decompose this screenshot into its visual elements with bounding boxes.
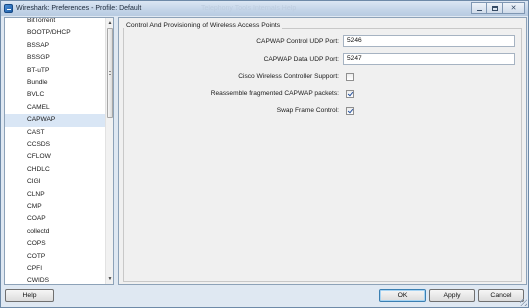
swap-frame-label: Swap Frame Control:	[276, 107, 339, 114]
swap-frame-checkbox[interactable]	[346, 107, 354, 115]
tree-item-cwids[interactable]: CWIDS	[5, 275, 106, 284]
protocol-tree-panel: BitTorrent BOOTP/DHCP BSSAP BSSGP BT-uTP Bund…	[4, 17, 114, 285]
scrollbar-grip-icon	[109, 71, 111, 75]
control-port-label: CAPWAP Control UDP Port:	[256, 38, 339, 45]
tree-item-bundle[interactable]: Bundle	[5, 77, 106, 89]
tree-item-cflow[interactable]: CFLOW	[5, 151, 106, 163]
tree-item-coap[interactable]: COAP	[5, 213, 106, 225]
tree-item-bt-utp[interactable]: BT-uTP	[5, 65, 106, 77]
capwap-group-box	[123, 28, 522, 282]
window-title: Wireshark: Preferences - Profile: Defaul…	[16, 5, 142, 12]
minimize-button[interactable]	[471, 2, 487, 14]
data-port-input[interactable]: 5247	[343, 53, 515, 65]
tree-item-ccsds[interactable]: CCSDS	[5, 139, 106, 151]
maximize-icon	[491, 5, 498, 11]
scrollbar-thumb[interactable]	[107, 28, 113, 118]
tree-scrollbar[interactable]: ▲ ▼	[105, 18, 113, 284]
title-bar[interactable]: Wireshark: Preferences - Profile: Defaul…	[1, 1, 528, 16]
cancel-button[interactable]: Cancel	[478, 289, 524, 302]
tree-item-camel[interactable]: CAMEL	[5, 102, 106, 114]
group-title: Control And Provisioning of Wireless Acc…	[124, 22, 283, 29]
tree-item-collectd[interactable]: collectd	[5, 226, 106, 238]
tree-item-cast[interactable]: CAST	[5, 127, 106, 139]
minimize-icon	[476, 9, 482, 11]
background-menu-ghost: Telephony Tools Internals Help	[201, 5, 297, 12]
tree-item-cops[interactable]: COPS	[5, 238, 106, 250]
control-port-input[interactable]: 5246	[343, 35, 515, 47]
maximize-button[interactable]	[487, 2, 503, 14]
tree-item-cpfi[interactable]: CPFI	[5, 263, 106, 275]
tree-item-cotp[interactable]: COTP	[5, 251, 106, 263]
close-icon: ✕	[510, 5, 517, 12]
tree-item-cmp[interactable]: CMP	[5, 201, 106, 213]
preferences-window: Wireshark: Preferences - Profile: Defaul…	[0, 0, 529, 308]
cisco-support-label: Cisco Wireless Controller Support:	[238, 73, 339, 80]
window-controls: ✕	[471, 2, 525, 14]
apply-button[interactable]: Apply	[429, 289, 475, 302]
tree-item-bssgp[interactable]: BSSGP	[5, 52, 106, 64]
tree-item-chdlc[interactable]: CHDLC	[5, 164, 106, 176]
reassemble-label: Reassemble fragmented CAPWAP packets:	[210, 90, 339, 97]
close-button[interactable]: ✕	[503, 2, 525, 14]
cisco-support-checkbox[interactable]	[346, 73, 354, 81]
scroll-up-arrow-icon[interactable]: ▲	[106, 19, 114, 27]
data-port-label: CAPWAP Data UDP Port:	[263, 56, 339, 63]
resize-grip-icon[interactable]	[520, 299, 527, 306]
ok-button[interactable]: OK	[379, 289, 426, 302]
tree-item-cigi[interactable]: CIGI	[5, 176, 106, 188]
protocol-tree-list: BitTorrent BOOTP/DHCP BSSAP BSSGP BT-uTP Bund…	[5, 18, 106, 284]
tree-item-bootp-dhcp[interactable]: BOOTP/DHCP	[5, 27, 106, 39]
help-button[interactable]: Help	[5, 289, 54, 302]
tree-item-capwap[interactable]: CAPWAP	[5, 114, 106, 127]
tree-item-bssap[interactable]: BSSAP	[5, 40, 106, 52]
tree-item-bittorrent[interactable]: BitTorrent	[5, 18, 106, 27]
preferences-content: Control And Provisioning of Wireless Acc…	[118, 17, 527, 285]
scroll-down-arrow-icon[interactable]: ▼	[106, 275, 114, 283]
tree-item-clnp[interactable]: CLNP	[5, 189, 106, 201]
tree-item-bvlc[interactable]: BVLC	[5, 89, 106, 101]
reassemble-checkbox[interactable]	[346, 90, 354, 98]
wireshark-app-icon	[4, 4, 13, 13]
